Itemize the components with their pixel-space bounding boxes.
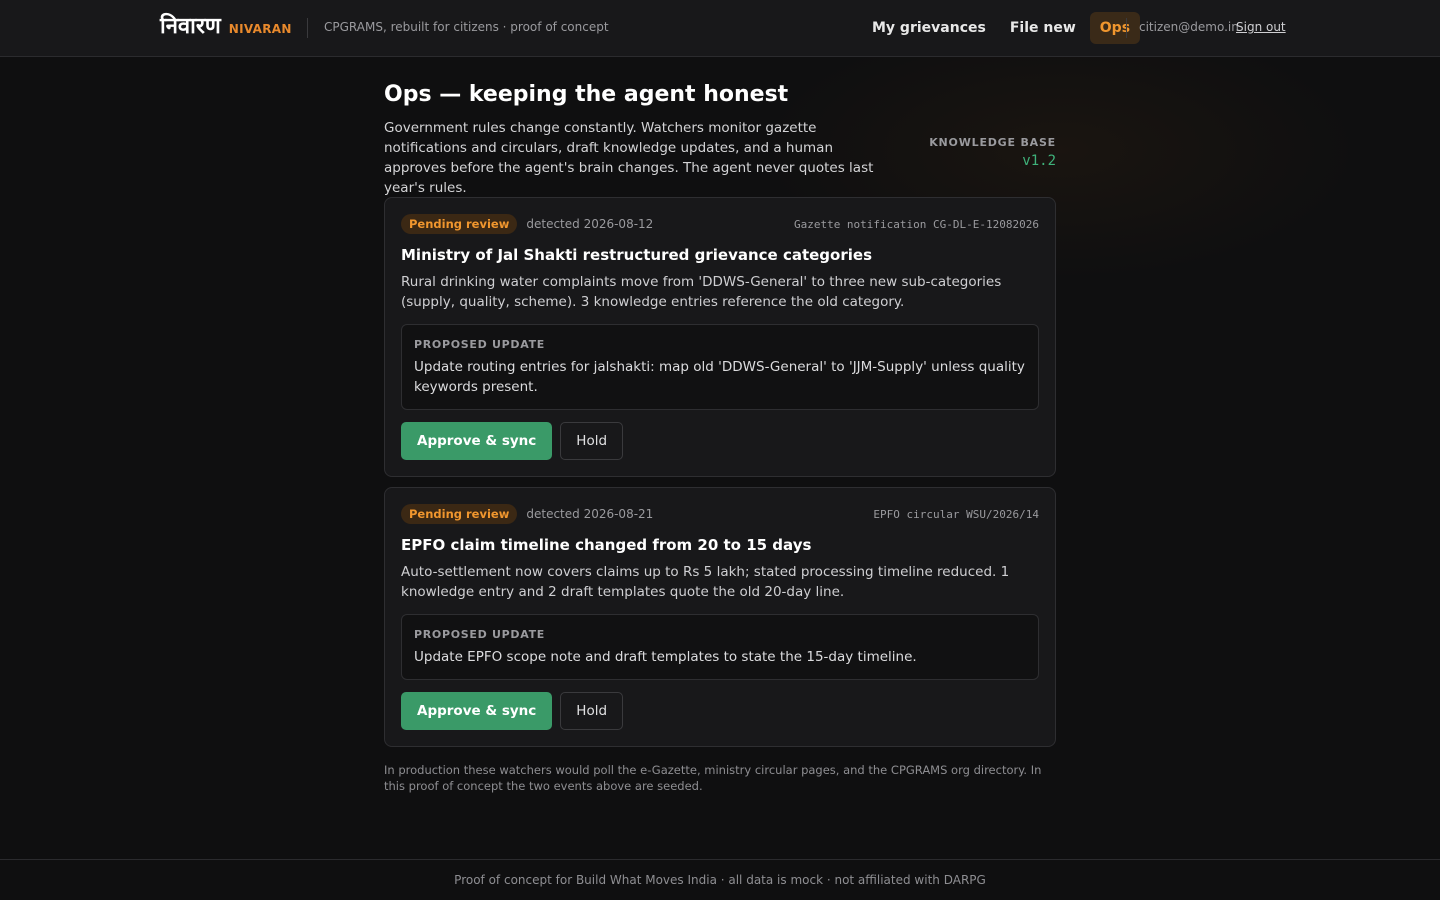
brand-logo[interactable]: निवारण NIVARAN <box>160 10 292 40</box>
nav-my-grievances[interactable]: My grievances <box>862 12 996 44</box>
brand-devanagari: निवारण <box>160 14 221 39</box>
proposed-update-box: PROPOSED UPDATE Update routing entries f… <box>401 324 1039 410</box>
proposed-update-box: PROPOSED UPDATE Update EPFO scope note a… <box>401 614 1039 680</box>
event-actions: Approve & sync Hold <box>401 422 1039 460</box>
detected-date: detected 2026-08-12 <box>526 217 654 231</box>
status-badge: Pending review <box>401 504 518 524</box>
brand-latin: NIVARAN <box>228 22 292 36</box>
nav-divider <box>1126 18 1127 38</box>
event-source: Gazette notification CG-DL-E-12082026 <box>793 217 1039 231</box>
sign-out-link[interactable]: Sign out <box>1236 20 1286 34</box>
event-title: Ministry of Jal Shakti restructured grie… <box>401 246 872 264</box>
knowledge-base-status: KNOWLEDGE BASE v1.2 <box>929 136 1056 169</box>
proposed-update-text: Update routing entries for jalshakti: ma… <box>414 359 1025 395</box>
proposed-update-label: PROPOSED UPDATE <box>414 338 545 351</box>
user-email: citizen@demo.in <box>1139 20 1239 34</box>
status-badge: Pending review <box>401 214 518 234</box>
nav-file-new[interactable]: File new <box>1000 12 1086 44</box>
hold-button[interactable]: Hold <box>560 692 624 730</box>
event-card: Pending review detected 2026-08-12 Gazet… <box>384 197 1056 477</box>
approve-sync-button[interactable]: Approve & sync <box>401 422 553 460</box>
event-card-header: Pending review detected 2026-08-12 Gazet… <box>401 214 1039 234</box>
page-title: Ops — keeping the agent honest <box>384 82 789 107</box>
event-title: EPFO claim timeline changed from 20 to 1… <box>401 536 812 554</box>
page-intro: Government rules change constantly. Watc… <box>384 120 874 196</box>
proposed-update-text: Update EPFO scope note and draft templat… <box>414 649 917 665</box>
approve-sync-button[interactable]: Approve & sync <box>401 692 553 730</box>
footnote: In production these watchers would poll … <box>384 763 1042 793</box>
event-description: Rural drinking water complaints move fro… <box>401 274 1002 310</box>
knowledge-base-version: v1.2 <box>1022 153 1056 169</box>
page-footer: Proof of concept for Build What Moves In… <box>0 859 1440 900</box>
knowledge-base-label: KNOWLEDGE BASE <box>929 136 1056 149</box>
main-nav: My grievances File new Ops <box>862 12 1141 44</box>
event-source: EPFO circular WSU/2026/14 <box>873 507 1039 521</box>
nav-ops[interactable]: Ops <box>1089 12 1141 44</box>
header-divider <box>307 18 308 38</box>
event-card: Pending review detected 2026-08-21 EPFO … <box>384 487 1056 747</box>
event-actions: Approve & sync Hold <box>401 692 1039 730</box>
footer-text: Proof of concept for Build What Moves In… <box>454 873 986 887</box>
tagline: CPGRAMS, rebuilt for citizens · proof of… <box>324 20 609 34</box>
event-card-header: Pending review detected 2026-08-21 EPFO … <box>401 504 1039 524</box>
event-description: Auto-settlement now covers claims up to … <box>401 564 1010 600</box>
detected-date: detected 2026-08-21 <box>526 507 654 521</box>
hold-button[interactable]: Hold <box>560 422 624 460</box>
top-bar: निवारण NIVARAN CPGRAMS, rebuilt for citi… <box>0 0 1440 57</box>
proposed-update-label: PROPOSED UPDATE <box>414 628 545 641</box>
main-content: Ops — keeping the agent honest Governmen… <box>384 82 1056 793</box>
